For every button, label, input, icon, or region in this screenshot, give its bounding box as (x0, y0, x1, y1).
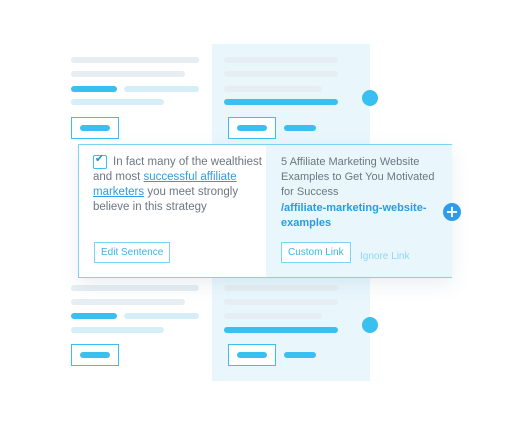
connector-dot (362, 90, 378, 106)
placeholder-line (224, 86, 322, 92)
suggested-post-slug[interactable]: /affiliate-marketing-website-examples (281, 201, 446, 231)
placeholder-line (224, 285, 338, 291)
placeholder-line (224, 71, 338, 77)
placeholder-button (71, 344, 119, 366)
placeholder-link-line (284, 352, 316, 358)
placeholder-link-line (224, 327, 338, 333)
edit-sentence-button[interactable]: Edit Sentence (94, 242, 171, 263)
placeholder-line (71, 327, 164, 333)
placeholder-line (71, 299, 185, 305)
suggested-post-title: 5 Affiliate Marketing Website Examples t… (281, 156, 435, 198)
placeholder-line (124, 313, 199, 319)
custom-link-button[interactable]: Custom Link (281, 242, 351, 263)
connector-dot (362, 317, 378, 333)
placeholder-button (71, 117, 119, 139)
placeholder-line (124, 86, 199, 92)
placeholder-link-line (224, 99, 338, 105)
plus-icon[interactable]: + (443, 203, 461, 221)
placeholder-button (228, 117, 276, 139)
placeholder-line (71, 71, 185, 77)
placeholder-line (224, 313, 322, 319)
placeholder-line (71, 285, 199, 291)
placeholder-link-line (284, 125, 316, 131)
placeholder-line (71, 99, 164, 105)
sentence-text: In fact many of the wealthiest and most … (93, 155, 263, 215)
placeholder-line (224, 299, 338, 305)
placeholder-button (228, 344, 276, 366)
ignore-link-button[interactable]: Ignore Link (360, 247, 409, 266)
link-suggestion-card: ✔ In fact many of the wealthiest and mos… (78, 144, 452, 278)
placeholder-line (71, 57, 199, 63)
placeholder-link-line (71, 86, 117, 92)
placeholder-line (224, 57, 338, 63)
placeholder-link-line (71, 313, 117, 319)
